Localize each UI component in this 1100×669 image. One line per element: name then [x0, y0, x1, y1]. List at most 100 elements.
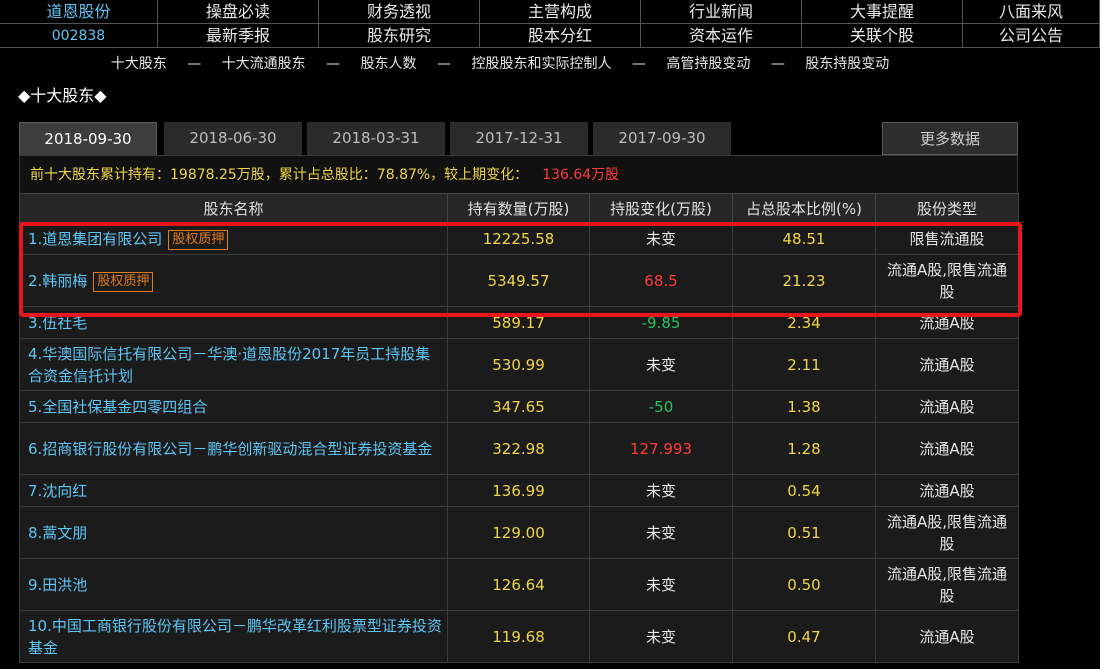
table-row: 2.韩丽梅 股权质押 5349.57 68.5 21.23 流通A股,限售流通股 — [19, 254, 1019, 307]
holder-name-link[interactable]: 10.中国工商银行股份有限公司－鹏华改革红利股票型证券投资基金 — [28, 617, 442, 657]
change-cell: 未变 — [589, 506, 733, 559]
nav-announcements[interactable]: 公司公告 — [963, 24, 1100, 48]
holders-table: 股东名称 持有数量(万股) 持股变化(万股) 占总股本比例(%) 股份类型 1.… — [19, 193, 1019, 663]
subnav-holder-count[interactable]: 股东人数 — [361, 56, 417, 72]
subnav-top10[interactable]: 十大股东 — [111, 56, 167, 72]
section-title: ◆十大股东◆ — [18, 86, 107, 105]
holder-name-cell: 8.蒿文朋 — [19, 506, 448, 559]
holder-name-link[interactable]: 4.华澳国际信托有限公司－华澳·道恩股份2017年员工持股集合资金信托计划 — [28, 345, 430, 385]
nav-news-all[interactable]: 八面来风 — [963, 0, 1100, 24]
share-type-cell: 流通A股 — [875, 422, 1019, 475]
subnav-separator: — — [631, 56, 646, 72]
ratio-cell: 0.51 — [732, 506, 876, 559]
holder-name-cell: 5.全国社保基金四零四组合 — [19, 390, 448, 423]
nav-latest-report[interactable]: 最新季报 — [158, 24, 319, 48]
change-cell: 127.993 — [589, 422, 733, 475]
tab-2018-03-31[interactable]: 2018-03-31 — [307, 122, 445, 155]
pledge-badge[interactable]: 股权质押 — [168, 229, 229, 250]
subnav-separator: — — [187, 56, 202, 72]
holder-name-link[interactable]: 8.蒿文朋 — [28, 524, 87, 542]
table-header-row: 股东名称 持有数量(万股) 持股变化(万股) 占总股本比例(%) 股份类型 — [19, 193, 1019, 223]
nav-industry-news[interactable]: 行业新闻 — [641, 0, 802, 24]
stock-code: 002838 — [0, 24, 158, 48]
subnav-exec-change[interactable]: 高管持股变动 — [666, 56, 750, 72]
tab-2017-09-30[interactable]: 2017-09-30 — [593, 122, 731, 155]
table-row: 9.田洪池 126.64 未变 0.50 流通A股,限售流通股 — [19, 558, 1019, 611]
nav-business[interactable]: 主营构成 — [480, 0, 641, 24]
pledge-badge[interactable]: 股权质押 — [93, 271, 154, 292]
ratio-cell: 1.38 — [732, 390, 876, 423]
table-row: 8.蒿文朋 129.00 未变 0.51 流通A股,限售流通股 — [19, 506, 1019, 559]
holder-name-link[interactable]: 7.沈向红 — [28, 482, 87, 500]
col-share-type: 股份类型 — [875, 193, 1019, 223]
quantity-cell: 129.00 — [447, 506, 590, 559]
quantity-cell: 119.68 — [447, 610, 590, 663]
quantity-cell: 126.64 — [447, 558, 590, 611]
quantity-cell: 347.65 — [447, 390, 590, 423]
nav-caopan[interactable]: 操盘必读 — [158, 0, 319, 24]
holder-name-link[interactable]: 1.道恩集团有限公司 — [28, 230, 162, 248]
holder-name-link[interactable]: 6.招商银行股份有限公司－鹏华创新驱动混合型证券投资基金 — [28, 440, 432, 458]
ratio-cell: 2.11 — [732, 338, 876, 391]
col-holder-name: 股东名称 — [19, 193, 448, 223]
table-row: 3.伍社毛 589.17 -9.85 2.34 流通A股 — [19, 306, 1019, 339]
nav-capital[interactable]: 资本运作 — [641, 24, 802, 48]
period-tabs: 2018-09-30 2018-06-30 2018-03-31 2017-12… — [19, 122, 1018, 155]
summary-bar: 前十大股东累计持有：19878.25万股，累计占总股比：78.87%，较上期变化… — [19, 155, 1018, 193]
ratio-cell: 0.47 — [732, 610, 876, 663]
holder-name-link[interactable]: 3.伍社毛 — [28, 314, 87, 332]
quantity-cell: 322.98 — [447, 422, 590, 475]
summary-change: 136.64万股 — [542, 167, 620, 183]
change-cell: 未变 — [589, 610, 733, 663]
tab-2017-12-31[interactable]: 2017-12-31 — [450, 122, 588, 155]
nav-finance[interactable]: 财务透视 — [319, 0, 480, 24]
holder-name-cell: 3.伍社毛 — [19, 306, 448, 339]
change-cell: 未变 — [589, 222, 733, 255]
tab-2018-09-30[interactable]: 2018-09-30 — [19, 122, 157, 155]
quantity-cell: 12225.58 — [447, 222, 590, 255]
col-quantity: 持有数量(万股) — [447, 193, 590, 223]
table-row: 10.中国工商银行股份有限公司－鹏华改革红利股票型证券投资基金 119.68 未变 0… — [19, 610, 1019, 663]
subnav-controller[interactable]: 控股股东和实际控制人 — [471, 56, 611, 72]
holder-name-cell: 4.华澳国际信托有限公司－华澳·道恩股份2017年员工持股集合资金信托计划 — [19, 338, 448, 391]
share-type-cell: 流通A股,限售流通股 — [875, 254, 1019, 307]
stock-name: 道恩股份 — [0, 0, 158, 24]
tab-2018-06-30[interactable]: 2018-06-30 — [164, 122, 302, 155]
subnav-holder-change[interactable]: 股东持股变动 — [805, 56, 889, 72]
ratio-cell: 21.23 — [732, 254, 876, 307]
holder-name-cell: 6.招商银行股份有限公司－鹏华创新驱动混合型证券投资基金 — [19, 422, 448, 475]
share-type-cell: 流通A股 — [875, 390, 1019, 423]
top-navigation: 道恩股份 002838 操盘必读 财务透视 主营构成 行业新闻 大事提醒 八面来… — [0, 0, 1100, 48]
change-cell: 未变 — [589, 558, 733, 611]
ratio-cell: 1.28 — [732, 422, 876, 475]
share-type-cell: 流通A股 — [875, 338, 1019, 391]
holder-name-cell: 7.沈向红 — [19, 474, 448, 507]
nav-shareholder-research[interactable]: 股东研究 — [319, 24, 480, 48]
table-row: 7.沈向红 136.99 未变 0.54 流通A股 — [19, 474, 1019, 507]
nav-related-stocks[interactable]: 关联个股 — [802, 24, 963, 48]
holder-name-link[interactable]: 5.全国社保基金四零四组合 — [28, 398, 207, 416]
share-type-cell: 流通A股 — [875, 306, 1019, 339]
share-type-cell: 限售流通股 — [875, 222, 1019, 255]
col-change: 持股变化(万股) — [589, 193, 733, 223]
nav-events[interactable]: 大事提醒 — [802, 0, 963, 24]
ratio-cell: 48.51 — [732, 222, 876, 255]
subnav-separator: — — [326, 56, 341, 72]
holder-name-link[interactable]: 9.田洪池 — [28, 576, 87, 594]
change-cell: 未变 — [589, 474, 733, 507]
quantity-cell: 530.99 — [447, 338, 590, 391]
table-row: 5.全国社保基金四零四组合 347.65 -50 1.38 流通A股 — [19, 390, 1019, 423]
ratio-cell: 0.54 — [732, 474, 876, 507]
table-row: 4.华澳国际信托有限公司－华澳·道恩股份2017年员工持股集合资金信托计划 530… — [19, 338, 1019, 391]
subnav-top10-float[interactable]: 十大流通股东 — [222, 56, 306, 72]
quantity-cell: 136.99 — [447, 474, 590, 507]
more-data-button[interactable]: 更多数据 — [882, 122, 1018, 155]
col-ratio: 占总股本比例(%) — [732, 193, 876, 223]
top-holders-panel: 2018-09-30 2018-06-30 2018-03-31 2017-12… — [19, 122, 1019, 663]
table-row: 1.道恩集团有限公司 股权质押 12225.58 未变 48.51 限售流通股 — [19, 222, 1019, 255]
change-cell: 未变 — [589, 338, 733, 391]
holder-name-link[interactable]: 2.韩丽梅 — [28, 272, 87, 290]
nav-dividend[interactable]: 股本分红 — [480, 24, 641, 48]
change-cell: 68.5 — [589, 254, 733, 307]
holder-name-cell: 2.韩丽梅 股权质押 — [19, 254, 448, 307]
